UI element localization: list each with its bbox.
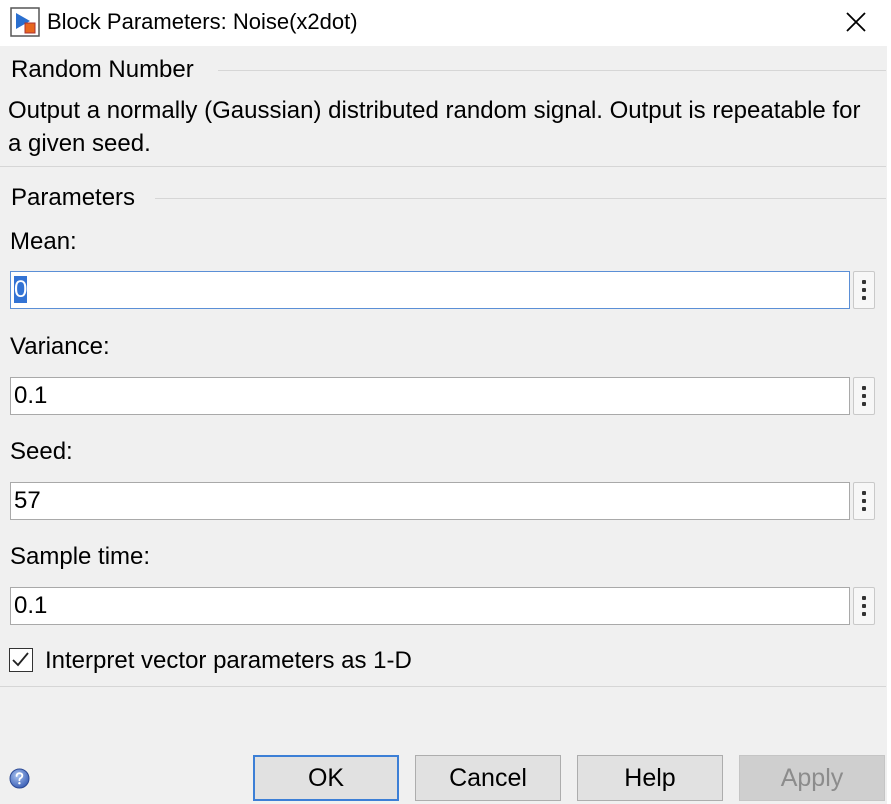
group-divider bbox=[0, 686, 886, 687]
simulink-block-icon bbox=[10, 7, 40, 37]
help-button[interactable]: Help bbox=[577, 755, 723, 801]
sample-time-input[interactable]: 0.1 bbox=[10, 587, 850, 625]
parameters-title: Parameters bbox=[11, 184, 136, 211]
group-divider bbox=[155, 198, 886, 199]
ok-button[interactable]: OK bbox=[253, 755, 399, 801]
mean-more-button[interactable] bbox=[853, 271, 875, 309]
variance-value: 0.1 bbox=[14, 382, 48, 409]
window-title: Block Parameters: Noise(x2dot) bbox=[47, 9, 358, 34]
variance-input[interactable]: 0.1 bbox=[10, 377, 850, 415]
interpret-vector-checkbox[interactable] bbox=[9, 648, 33, 672]
seed-label: Seed: bbox=[10, 438, 73, 465]
seed-input[interactable]: 57 bbox=[10, 482, 850, 520]
group-divider bbox=[0, 166, 886, 167]
sample-time-value: 0.1 bbox=[14, 592, 48, 619]
group-divider bbox=[218, 70, 886, 71]
window-edge bbox=[887, 46, 891, 804]
block-type-title: Random Number bbox=[11, 56, 194, 83]
dialog-window: { "window": { "title": "Block Parameters… bbox=[0, 0, 891, 804]
sample-time-more-button[interactable] bbox=[853, 587, 875, 625]
seed-more-button[interactable] bbox=[853, 482, 875, 520]
mean-input[interactable]: 0 bbox=[10, 271, 850, 309]
mean-label: Mean: bbox=[10, 228, 77, 255]
mean-value: 0 bbox=[14, 276, 28, 303]
cancel-button[interactable]: Cancel bbox=[415, 755, 561, 801]
seed-value: 57 bbox=[14, 487, 41, 514]
apply-button[interactable]: Apply bbox=[739, 755, 885, 801]
interpret-vector-label[interactable]: Interpret vector parameters as 1-D bbox=[45, 646, 412, 676]
block-description: Output a normally (Gaussian) distributed… bbox=[8, 97, 861, 157]
sample-time-label: Sample time: bbox=[10, 543, 151, 570]
close-icon bbox=[846, 12, 866, 32]
title-bar: Block Parameters: Noise(x2dot) bbox=[0, 0, 891, 46]
variance-more-button[interactable] bbox=[853, 377, 875, 415]
checkmark-icon bbox=[12, 652, 29, 667]
help-icon[interactable] bbox=[9, 768, 30, 789]
close-button[interactable] bbox=[836, 4, 876, 40]
variance-label: Variance: bbox=[10, 333, 110, 360]
